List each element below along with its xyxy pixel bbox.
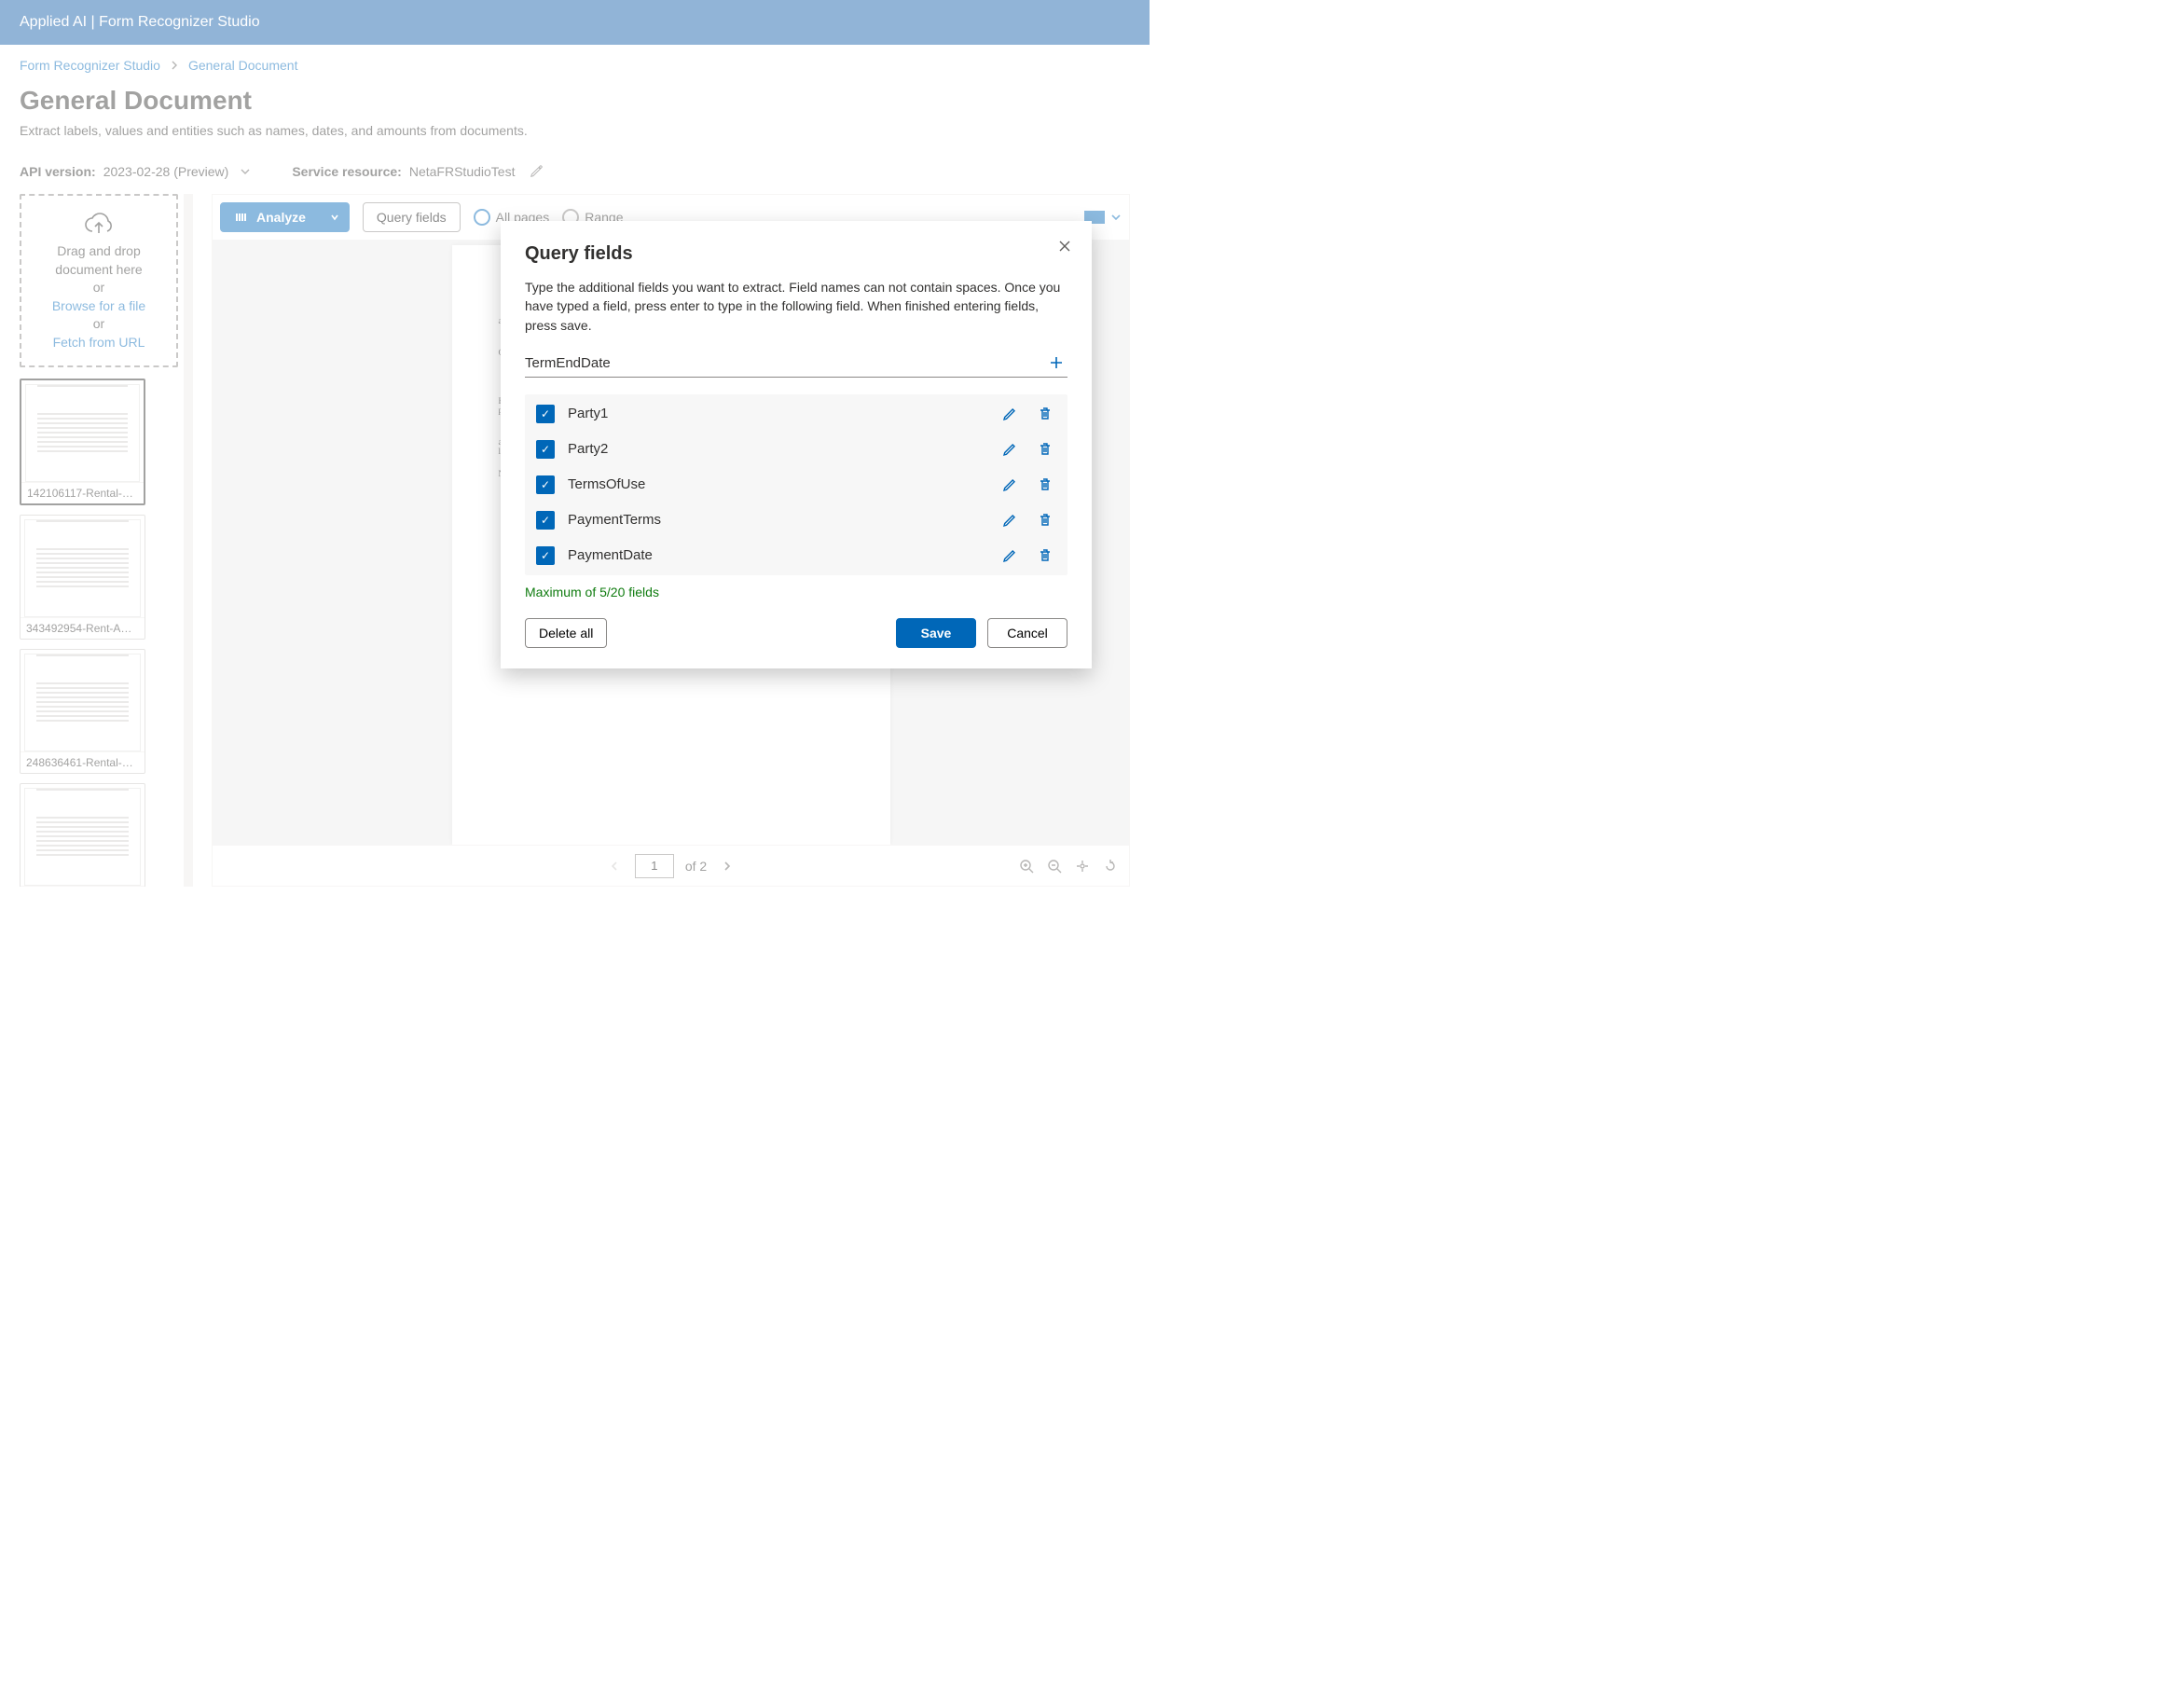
edit-icon[interactable]	[998, 442, 1021, 457]
modal-title: Query fields	[525, 243, 1067, 265]
field-name: Party2	[568, 441, 985, 457]
edit-icon[interactable]	[998, 548, 1021, 563]
fields-list: ✓ Party1 ✓ Party2 ✓ TermsOfUse ✓ Payment…	[525, 394, 1067, 575]
field-name: PaymentDate	[568, 547, 985, 563]
field-row: ✓ Party2	[525, 432, 1067, 467]
save-button[interactable]: Save	[896, 618, 976, 648]
field-name: Party1	[568, 406, 985, 421]
field-row: ✓ TermsOfUse	[525, 467, 1067, 503]
field-row: ✓ PaymentTerms	[525, 503, 1067, 538]
delete-icon[interactable]	[1034, 513, 1056, 528]
checkbox[interactable]: ✓	[536, 440, 555, 459]
field-row: ✓ Party1	[525, 396, 1067, 432]
cancel-button[interactable]: Cancel	[987, 618, 1067, 648]
delete-icon[interactable]	[1034, 442, 1056, 457]
delete-all-button[interactable]: Delete all	[525, 618, 607, 648]
edit-icon[interactable]	[998, 513, 1021, 528]
edit-icon[interactable]	[998, 477, 1021, 492]
edit-icon[interactable]	[998, 406, 1021, 421]
field-name: PaymentTerms	[568, 512, 985, 528]
add-field-icon[interactable]	[1045, 355, 1067, 370]
field-name-input[interactable]	[525, 355, 1045, 371]
checkbox[interactable]: ✓	[536, 475, 555, 494]
query-fields-modal: Query fields Type the additional fields …	[501, 221, 1092, 668]
delete-icon[interactable]	[1034, 548, 1056, 563]
modal-description: Type the additional fields you want to e…	[525, 278, 1067, 335]
close-icon[interactable]	[1058, 240, 1071, 253]
checkbox[interactable]: ✓	[536, 546, 555, 565]
field-row: ✓ PaymentDate	[525, 538, 1067, 573]
field-name: TermsOfUse	[568, 476, 985, 492]
delete-icon[interactable]	[1034, 477, 1056, 492]
checkbox[interactable]: ✓	[536, 405, 555, 423]
checkbox[interactable]: ✓	[536, 511, 555, 530]
delete-icon[interactable]	[1034, 406, 1056, 421]
field-limit: Maximum of 5/20 fields	[525, 585, 1067, 599]
